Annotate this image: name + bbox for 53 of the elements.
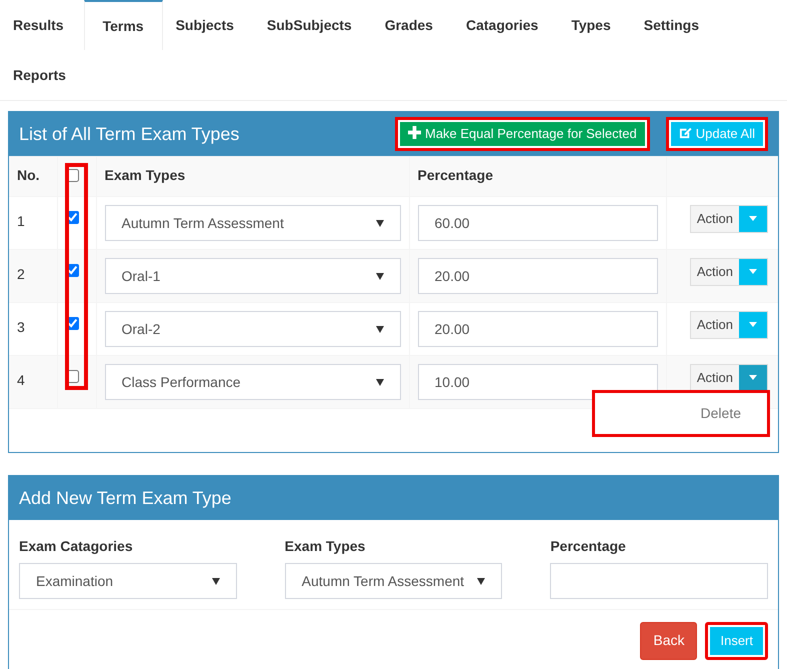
- menu-item[interactable]: Delete: [595, 403, 767, 424]
- select-field[interactable]: Autumn Term Assessment: [284, 563, 502, 599]
- column-header: Exam Types: [96, 156, 409, 196]
- back-button[interactable]: Back: [640, 622, 698, 660]
- input-field[interactable]: 20.00: [418, 311, 658, 347]
- panel-title: List of All Term Exam Types: [19, 122, 240, 146]
- tab[interactable]: Types: [558, 0, 631, 50]
- row-number: 3: [17, 319, 25, 335]
- row-number: 1: [17, 213, 25, 229]
- tab[interactable]: Terms: [84, 0, 163, 50]
- select-field[interactable]: Autumn Term Assessment: [104, 205, 400, 241]
- select-value: Autumn Term Assessment: [122, 214, 284, 232]
- input-field[interactable]: [550, 563, 768, 599]
- caret-icon[interactable]: [739, 365, 767, 390]
- tab[interactable]: Catagories: [452, 0, 558, 50]
- edit-icon: [678, 126, 692, 140]
- select-field[interactable]: Oral-2: [104, 311, 400, 347]
- panel-title: Add New Term Exam Type: [19, 486, 232, 510]
- input-field[interactable]: 10.00: [418, 364, 658, 400]
- row-number: 2: [17, 266, 25, 282]
- action-button[interactable]: Action: [690, 364, 768, 392]
- action-button[interactable]: Action: [690, 205, 768, 232]
- dropdown-arrow-icon: [477, 578, 486, 584]
- select-field[interactable]: Oral-1: [104, 258, 400, 294]
- row-number: 4: [17, 372, 25, 388]
- tab[interactable]: Subjects: [162, 0, 254, 50]
- column-header: Percentage: [409, 156, 666, 196]
- tab[interactable]: Reports: [0, 50, 86, 100]
- select-field[interactable]: Class Performance: [104, 364, 400, 400]
- dropdown-arrow-icon: [376, 326, 384, 332]
- input-field[interactable]: 60.00: [418, 205, 658, 241]
- select-value: Class Performance: [122, 372, 241, 392]
- select-value: Examination: [36, 572, 114, 590]
- column-header: No.: [9, 156, 57, 196]
- plus-icon: [408, 126, 421, 140]
- select-value: Oral-1: [122, 266, 160, 286]
- field-label: Percentage: [550, 537, 627, 556]
- tab[interactable]: SubSubjects: [254, 0, 372, 50]
- dropdown-arrow-icon: [376, 272, 384, 280]
- field-label: Exam Catagories: [19, 537, 134, 556]
- tab[interactable]: Grades: [372, 0, 453, 50]
- tab[interactable]: Settings: [630, 0, 719, 50]
- action-button[interactable]: Action: [690, 311, 768, 338]
- dropdown-arrow-icon: [376, 220, 384, 226]
- select-value: Oral-2: [122, 320, 160, 338]
- input-field[interactable]: 20.00: [418, 258, 658, 294]
- dropdown-arrow-icon: [376, 378, 384, 386]
- action-button[interactable]: Action: [690, 258, 768, 286]
- dropdown-arrow-icon: [212, 578, 220, 584]
- field-label: Exam Types: [284, 537, 366, 556]
- select-value: Autumn Term Assessment: [302, 572, 464, 590]
- select-field[interactable]: Examination: [19, 563, 237, 599]
- tab[interactable]: Results: [0, 0, 84, 50]
